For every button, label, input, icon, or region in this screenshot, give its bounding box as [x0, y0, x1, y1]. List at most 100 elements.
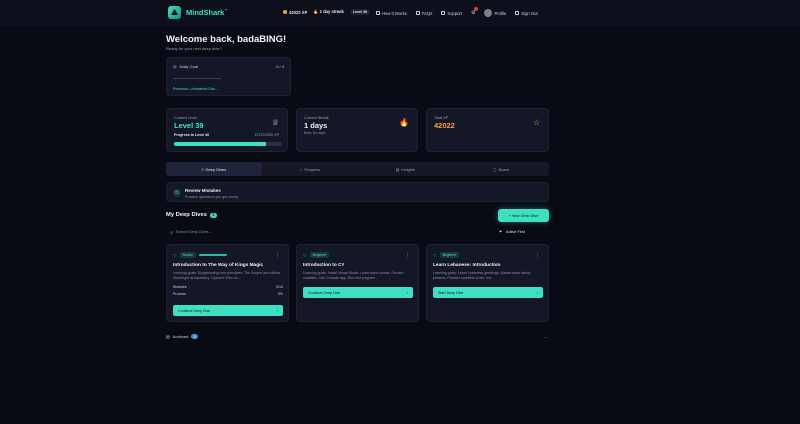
bookmark-icon: ♡ — [173, 252, 177, 258]
streak-label: Current Streak — [304, 116, 329, 120]
nav-stats: 42022 XP 🔥1 day streak Level 39 — [283, 9, 371, 15]
dive-title: Learn Lebanese: Introduction — [433, 263, 501, 268]
deep-dive-card[interactable]: ♡ Beginner ⋮ Learn Lebanese: Introductio… — [426, 244, 549, 322]
dive-description: Learning goals: Learn Lebanese greetings… — [433, 271, 531, 280]
archived-count: 0 — [191, 334, 199, 339]
level-value: Level 39 — [174, 121, 204, 130]
bookmark-icon: ♡ — [433, 252, 437, 258]
refresh-icon: ↻ — [173, 189, 181, 197]
start-deep-dive-button[interactable]: Start Deep Dive › — [433, 287, 543, 298]
dive-description: Learning goals: Surgebinding core princi… — [173, 271, 282, 280]
deep-dive-card[interactable]: ♡ Novice ⋮ Introduction to The Way of Ki… — [166, 244, 289, 322]
trophy-icon: ☆ — [298, 166, 303, 172]
streak-value: 1 days — [304, 121, 328, 130]
top-nav: MindShark™ 42022 XP 🔥1 day streak Level … — [0, 0, 800, 26]
daily-goal-value: 0 / 4 — [276, 64, 284, 69]
nav-faqs[interactable]: FAQs — [415, 11, 432, 16]
dive-tags: ♡ Novice — [173, 252, 227, 258]
main-tabs: ◊ Deep Dives ☆ Progress ▤ Insights ◻ Board — [166, 162, 549, 176]
page-title: Welcome back, badaBING! — [166, 34, 287, 45]
xp-counter: 42022 XP — [283, 9, 307, 15]
fire-icon: 🔥 — [313, 9, 319, 14]
deep-dive-card[interactable]: ♡ Beginner ⋮ Introduction to C# Learning… — [296, 244, 419, 322]
daily-goal-card: ◎ Daily Goal 0 / 4 Pokemon: Unleashed Sho… — [166, 57, 291, 96]
chevron-right-icon: › — [276, 308, 278, 313]
chart-icon: ▤ — [395, 166, 400, 172]
logo-text: MindShark™ — [186, 8, 228, 17]
profile-menu[interactable]: Profile — [484, 9, 506, 17]
difficulty-tag: Beginner — [309, 252, 330, 258]
new-deep-dive-button[interactable]: + New Deep Dive — [498, 209, 549, 222]
archived-label: Archived — [172, 334, 189, 339]
board-icon: ◻ — [493, 166, 497, 172]
dive-tags: ♡ Beginner — [433, 252, 460, 258]
chevron-right-icon: › — [406, 290, 408, 295]
review-subtitle: Practice questions you got wrong — [185, 195, 238, 199]
progress-label: Progress to Level 40 — [174, 133, 210, 137]
xp-value: 42022 — [434, 121, 455, 130]
continue-deep-dive-button[interactable]: Continue Deep Dive › — [173, 305, 283, 316]
bookmark-icon: ♡ — [303, 252, 307, 258]
dive-tags: ♡ Beginner — [303, 252, 330, 258]
more-options-icon[interactable]: ⋮ — [535, 253, 540, 259]
logout-icon — [515, 11, 520, 15]
level-badge: Level 39 — [349, 9, 371, 15]
logo[interactable]: MindShark™ — [168, 6, 228, 19]
nav-links: How It Works FAQs Support ⚙ Profile Sign… — [376, 7, 538, 17]
nav-how-it-works[interactable]: How It Works — [376, 11, 407, 16]
tab-progress[interactable]: ☆ Progress — [262, 162, 358, 176]
level-label: Current Level — [174, 116, 197, 120]
progress-value: 11722/2000 XP — [254, 133, 279, 137]
continue-deep-dive-button[interactable]: Continue Deep Dive › — [303, 287, 413, 298]
more-options-icon[interactable]: ⋮ — [405, 253, 410, 259]
xp-card: Total XP 42022 ☆ — [426, 108, 549, 152]
level-progress-bar — [174, 142, 282, 146]
deep-dives-count: 3 — [209, 212, 217, 218]
xp-icon — [283, 9, 287, 14]
sign-out-button[interactable]: Sign Out — [515, 11, 538, 16]
tab-board[interactable]: ◻ Board — [453, 162, 549, 176]
book-icon — [376, 11, 380, 15]
tab-deep-dives[interactable]: ◊ Deep Dives — [166, 162, 262, 176]
review-title: Review Mistakes — [185, 188, 221, 193]
chat-icon — [441, 11, 446, 15]
more-options-icon[interactable]: ⋮ — [275, 253, 280, 259]
star-icon: ☆ — [532, 118, 540, 127]
search-input[interactable]: ⚲ Search Deep Dives... — [166, 226, 491, 238]
dive-title: Introduction to The Way of Kings Magic — [173, 263, 264, 268]
crown-icon: ♕ — [271, 118, 279, 127]
deep-dives-heading: My Deep Dives 3 — [166, 212, 217, 218]
filter-icon: ⏷ — [499, 230, 503, 234]
streak-counter: 🔥1 day streak — [313, 9, 344, 14]
nav-support[interactable]: Support — [441, 11, 462, 16]
settings-gear-icon[interactable]: ⚙ — [471, 7, 479, 16]
review-mistakes-card[interactable]: ↻ Review Mistakes Practice questions you… — [166, 182, 549, 202]
dive-description: Learning goals: Install Visual Studio, L… — [303, 271, 404, 280]
streak-card: Current Streak 1 days Best: 84 days 🔥 — [296, 108, 418, 152]
filter-label: Active First — [506, 230, 525, 234]
dive-process: Process 0% — [173, 292, 283, 296]
layers-icon: ◊ — [201, 166, 204, 172]
difficulty-tag: Beginner — [439, 252, 460, 258]
daily-goal-link[interactable]: Pokemon: Unleashed Sho... — [173, 87, 218, 91]
dive-title: Introduction to C# — [303, 263, 345, 268]
daily-goal-header: ◎ Daily Goal — [173, 64, 198, 69]
archived-toggle[interactable]: ▤ Archived 0 — [166, 334, 199, 339]
difficulty-tag: Novice — [179, 252, 196, 258]
xp-label: Total XP — [434, 116, 449, 120]
archive-icon: ▤ — [166, 334, 170, 339]
status-tag — [198, 254, 227, 256]
level-card: Current Level Level 39 Progress to Level… — [166, 108, 288, 152]
daily-goal-bar — [173, 78, 221, 80]
chevron-right-icon: › — [536, 290, 538, 295]
help-icon — [415, 11, 420, 15]
streak-sub: Best: 84 days — [304, 131, 326, 135]
search-icon: ⚲ — [170, 230, 173, 235]
notification-badge — [474, 7, 479, 11]
sort-filter[interactable]: ⏷ Active First — [499, 226, 549, 238]
target-icon: ◎ — [173, 64, 177, 69]
logo-icon — [168, 6, 181, 19]
tab-insights[interactable]: ▤ Insights — [358, 162, 454, 176]
chevron-down-icon[interactable]: ⌄ — [544, 334, 547, 339]
avatar — [484, 9, 493, 17]
